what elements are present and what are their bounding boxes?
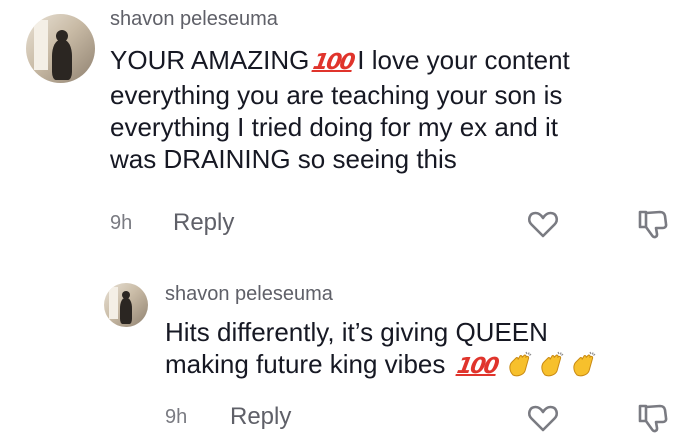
reply-line-2-text: making future king vibes <box>165 349 446 379</box>
comment-avatar[interactable] <box>26 14 95 83</box>
comment-timestamp: 9h <box>110 212 133 234</box>
comment-line-1-a: YOUR AMAZING <box>110 45 310 75</box>
clapping-hands-icon <box>508 351 531 377</box>
thumbs-down-icon <box>638 404 668 433</box>
comment-username[interactable]: shavon peleseuma <box>110 8 278 31</box>
reply-button[interactable]: Reply <box>173 209 234 237</box>
comment-text: YOUR AMAZING100I love your content every… <box>110 44 670 175</box>
reply-text: Hits differently, it’s giving QUEEN maki… <box>165 316 665 383</box>
heart-icon <box>528 405 558 432</box>
clapping-hands-icon <box>540 351 563 377</box>
avatar-background <box>34 20 48 70</box>
reply-to-reply-button[interactable]: Reply <box>230 403 291 431</box>
avatar-background <box>109 287 118 319</box>
reply-line-2: making future king vibes 100 <box>165 348 665 383</box>
clapping-hands-icon <box>572 351 595 377</box>
avatar-figure-body <box>120 298 132 324</box>
reply-dislike-button[interactable] <box>636 401 670 435</box>
thumbs-down-icon <box>638 210 668 239</box>
comment-line-2: everything you are teaching your son is <box>110 80 563 110</box>
heart-icon <box>528 211 558 238</box>
dislike-button[interactable] <box>636 207 670 241</box>
reply-line-1: Hits differently, it’s giving QUEEN <box>165 317 548 347</box>
reply-like-button[interactable] <box>526 401 560 435</box>
reply-timestamp: 9h <box>165 406 188 428</box>
comment-line-3: everything I tried doing for my ex and i… <box>110 112 559 142</box>
like-button[interactable] <box>526 207 560 241</box>
comment-line-1-b: I love your content <box>357 45 570 75</box>
comment-line-4: was DRAINING so seeing this <box>110 144 457 174</box>
avatar-figure-body <box>52 40 72 80</box>
hundred-points-emoji: 100 <box>454 354 499 379</box>
reply-avatar[interactable] <box>104 283 148 327</box>
reply-username[interactable]: shavon peleseuma <box>165 283 333 306</box>
comment-line-1: YOUR AMAZING100I love your content <box>110 44 670 79</box>
hundred-points-emoji: 100 <box>311 50 356 75</box>
